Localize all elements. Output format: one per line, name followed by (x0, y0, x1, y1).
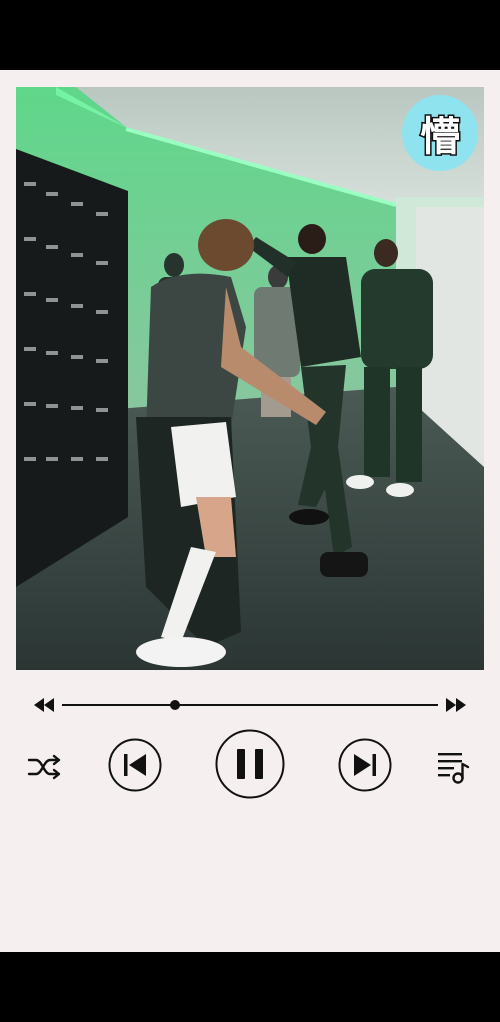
previous-button[interactable] (108, 738, 162, 792)
skip-previous-icon (108, 738, 162, 792)
skip-next-icon (338, 738, 392, 792)
fast-forward-icon[interactable] (446, 698, 466, 712)
progress-thumb[interactable] (169, 700, 180, 710)
video-frame[interactable]: 懵 (16, 87, 484, 670)
progress-track[interactable] (62, 700, 438, 710)
progress-bar[interactable] (34, 696, 466, 714)
rewind-icon[interactable] (34, 698, 54, 712)
bottom-black-bar (0, 952, 500, 1022)
playlist-button[interactable] (436, 749, 470, 785)
pause-button[interactable] (215, 729, 285, 799)
progress-fill (62, 704, 175, 706)
shuffle-button[interactable] (27, 751, 63, 783)
badge-character: 懵 (419, 113, 462, 162)
shuffle-icon (27, 754, 61, 780)
emoji-sticker-badge: 懵 (402, 95, 478, 171)
video-player: 懵 (0, 70, 500, 952)
pause-icon (215, 729, 285, 799)
next-button[interactable] (338, 738, 392, 792)
playlist-music-icon (438, 753, 470, 784)
top-black-bar (0, 0, 500, 70)
video-scene-image (16, 87, 484, 670)
